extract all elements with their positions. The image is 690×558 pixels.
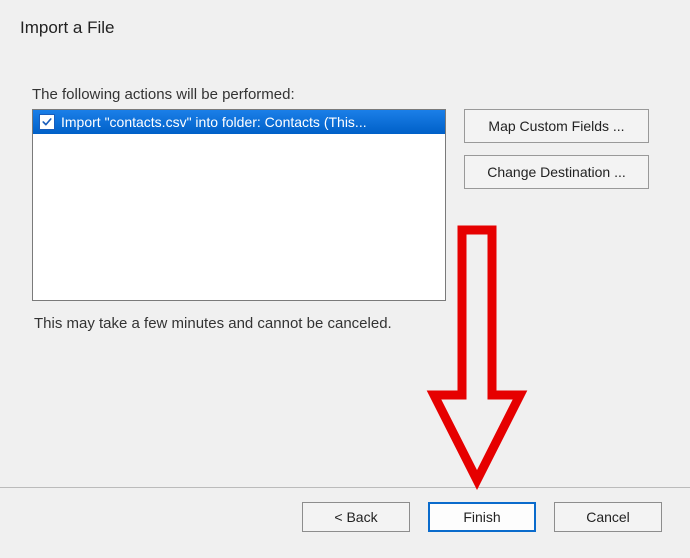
side-buttons-group: Map Custom Fields ... Change Destination…	[464, 109, 649, 301]
import-file-dialog: Import a File The following actions will…	[0, 0, 690, 558]
map-custom-fields-button[interactable]: Map Custom Fields ...	[464, 109, 649, 143]
instructions-label: The following actions will be performed:	[32, 86, 670, 103]
cancel-button[interactable]: Cancel	[554, 502, 662, 532]
check-icon	[41, 116, 53, 128]
warning-text: This may take a few minutes and cannot b…	[34, 315, 670, 332]
action-checkbox[interactable]	[39, 114, 55, 130]
action-item[interactable]: Import "contacts.csv" into folder: Conta…	[33, 110, 445, 134]
finish-button[interactable]: Finish	[428, 502, 536, 532]
change-destination-button[interactable]: Change Destination ...	[464, 155, 649, 189]
dialog-footer: < Back Finish Cancel	[0, 487, 690, 558]
actions-listbox[interactable]: Import "contacts.csv" into folder: Conta…	[32, 109, 446, 301]
back-button[interactable]: < Back	[302, 502, 410, 532]
dialog-title: Import a File	[20, 18, 670, 38]
main-content: Import "contacts.csv" into folder: Conta…	[32, 109, 670, 301]
action-item-label: Import "contacts.csv" into folder: Conta…	[61, 114, 439, 130]
